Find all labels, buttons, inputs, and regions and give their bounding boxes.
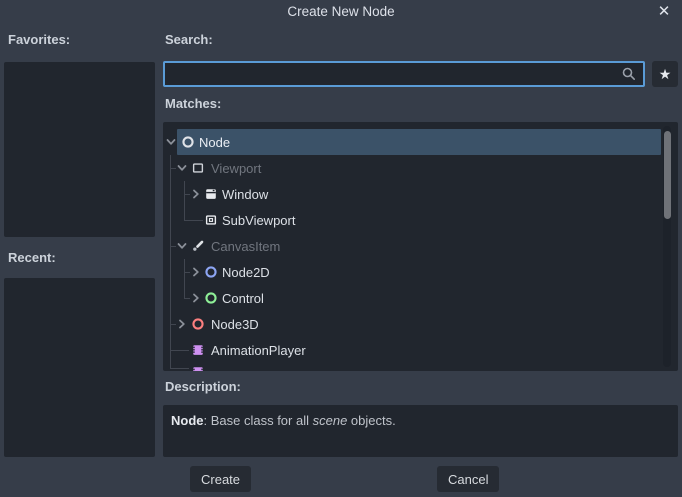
tree-item-viewport[interactable]: Viewport: [163, 155, 663, 181]
favorite-star-button[interactable]: ★: [652, 61, 678, 87]
expander-spacer: [176, 370, 188, 371]
tree-item-label: Viewport: [211, 161, 261, 176]
tree-scrollbar-thumb[interactable]: [664, 131, 671, 219]
viewport-class-icon: [191, 161, 205, 175]
animationplayer-class-icon: [191, 343, 205, 357]
tree-item-label: CanvasItem: [211, 239, 280, 254]
tree-item-label: Window: [222, 187, 268, 202]
dialog-title: Create New Node: [0, 4, 682, 19]
expander-right-icon[interactable]: [190, 266, 202, 278]
tree-item-partial[interactable]: [163, 363, 663, 371]
tree-item-label: Control: [222, 291, 264, 306]
create-new-node-dialog: Create New Node ✕ Favorites: Recent: Sea…: [0, 0, 682, 497]
expander-right-icon[interactable]: [190, 292, 202, 304]
tree-item-subviewport[interactable]: SubViewport: [163, 207, 663, 233]
window-class-icon: [204, 187, 218, 201]
favorites-list[interactable]: [4, 62, 155, 237]
tree-item-label: Node: [199, 135, 230, 150]
titlebar: Create New Node ✕: [0, 0, 682, 24]
description-class-name: Node: [171, 413, 204, 428]
tree-item-label: AnimationPlayer: [211, 343, 306, 358]
recent-label: Recent:: [8, 250, 56, 266]
tree-item-node2d[interactable]: Node2D: [163, 259, 663, 285]
expander-down-icon[interactable]: [165, 136, 177, 148]
description-label: Description:: [165, 379, 241, 395]
control-class-icon: [204, 291, 218, 305]
matches-label: Matches:: [165, 96, 221, 112]
description-text-end: objects.: [347, 413, 395, 428]
expander-down-icon[interactable]: [176, 240, 188, 252]
next-item-class-icon: [191, 365, 205, 371]
create-button[interactable]: Create: [190, 466, 251, 492]
search-input[interactable]: [163, 61, 645, 87]
tree-item-control[interactable]: Control: [163, 285, 663, 311]
description-text: : Base class for all: [204, 413, 313, 428]
tree-item-animationplayer[interactable]: AnimationPlayer: [163, 337, 663, 363]
description-italic-text: scene: [313, 413, 348, 428]
expander-spacer: [176, 344, 188, 356]
tree-item-label: Node3D: [211, 317, 259, 332]
tree-item-canvasitem[interactable]: CanvasItem: [163, 233, 663, 259]
favorites-label: Favorites:: [8, 32, 70, 48]
tree-item-label: Node2D: [222, 265, 270, 280]
tree-item-node[interactable]: Node: [163, 129, 663, 155]
matches-tree[interactable]: Node Viewport Window SubViewport CanvasItem N…: [163, 122, 678, 371]
close-icon[interactable]: ✕: [654, 2, 674, 22]
node2d-class-icon: [204, 265, 218, 279]
search-label: Search:: [165, 32, 213, 48]
recent-list[interactable]: [4, 278, 155, 457]
canvasitem-class-icon: [191, 239, 205, 253]
subviewport-class-icon: [204, 213, 218, 227]
tree-item-label: SubViewport: [222, 213, 295, 228]
node-class-icon: [181, 135, 195, 149]
expander-right-icon[interactable]: [176, 318, 188, 330]
tree-item-node3d[interactable]: Node3D: [163, 311, 663, 337]
node3d-class-icon: [191, 317, 205, 331]
expander-spacer: [190, 214, 202, 226]
description-panel: Node: Base class for all scene objects.: [163, 405, 678, 457]
cancel-button[interactable]: Cancel: [437, 466, 499, 492]
expander-down-icon[interactable]: [176, 162, 188, 174]
expander-right-icon[interactable]: [190, 188, 202, 200]
tree-item-window[interactable]: Window: [163, 181, 663, 207]
